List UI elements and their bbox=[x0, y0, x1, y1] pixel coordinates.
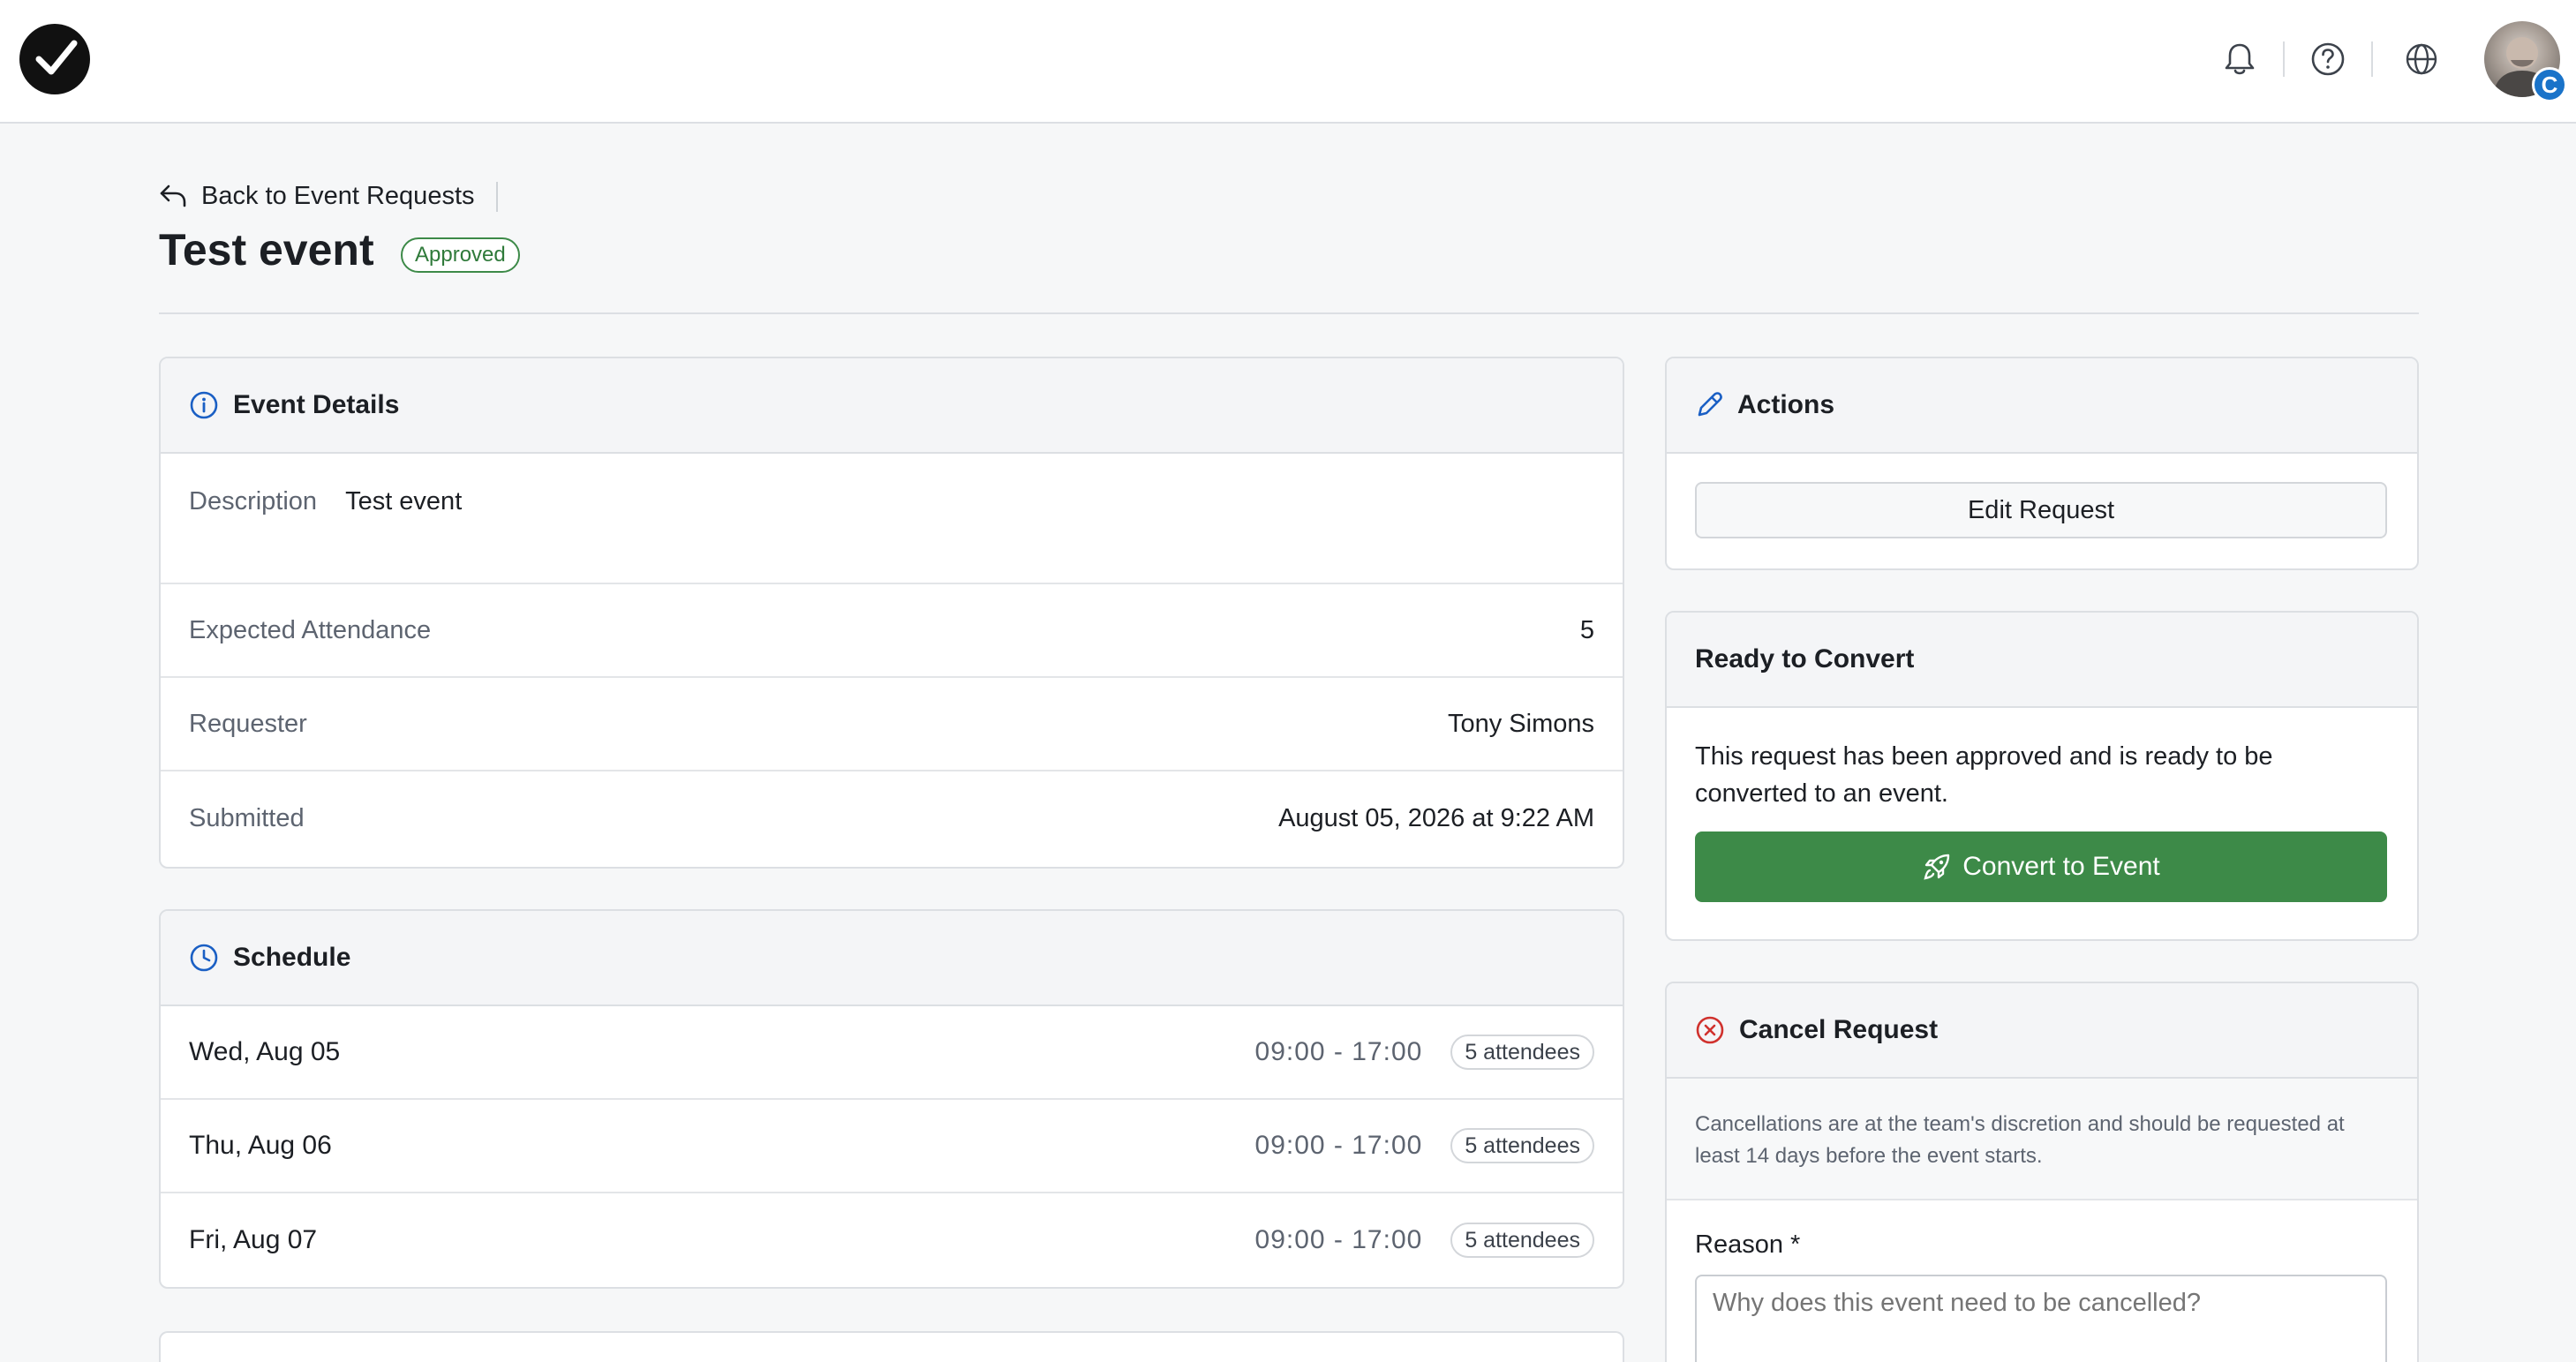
detail-value: 5 bbox=[1579, 615, 1594, 644]
convert-to-event-button[interactable]: Convert to Event bbox=[1695, 831, 2387, 902]
cancel-request-header: Cancel Request bbox=[1667, 983, 2417, 1079]
description-value: Test event bbox=[345, 487, 463, 515]
schedule-time: 09:00 - 17:00 bbox=[1254, 1131, 1423, 1160]
back-to-event-requests-link[interactable]: Back to Event Requests bbox=[159, 177, 475, 215]
top-bar: C bbox=[0, 0, 2576, 124]
ready-to-convert-header: Ready to Convert bbox=[1667, 613, 2417, 708]
topbar-divider bbox=[2283, 41, 2285, 77]
bell-icon[interactable] bbox=[2218, 37, 2262, 81]
rocket-icon bbox=[1924, 854, 1950, 880]
description-row: Description Test event bbox=[161, 454, 1623, 584]
cancel-request-card: Cancel Request Cancellations are at the … bbox=[1665, 982, 2419, 1362]
info-icon bbox=[190, 391, 218, 419]
detail-label: Expected Attendance bbox=[189, 615, 432, 644]
schedule-meta: 09:00 - 17:00 5 attendees bbox=[1255, 1223, 1594, 1258]
cancel-request-title: Cancel Request bbox=[1739, 1015, 1939, 1044]
status-badge: Approved bbox=[401, 237, 520, 273]
schedule-time: 09:00 - 17:00 bbox=[1254, 1225, 1423, 1254]
back-arrow-icon bbox=[160, 184, 186, 207]
schedule-meta: 09:00 - 17:00 5 attendees bbox=[1255, 1128, 1594, 1163]
ready-to-convert-title: Ready to Convert bbox=[1695, 644, 1915, 673]
schedule-meta: 09:00 - 17:00 5 attendees bbox=[1255, 1035, 1594, 1070]
schedule-date: Wed, Aug 05 bbox=[189, 1037, 341, 1066]
page-title: Test event bbox=[159, 225, 374, 275]
detail-value: Tony Simons bbox=[1447, 709, 1594, 738]
detail-value: August 05, 2026 at 9:22 AM bbox=[1278, 803, 1594, 832]
attendees-badge: 5 attendees bbox=[1450, 1035, 1594, 1070]
next-card-partial bbox=[159, 1331, 1624, 1362]
detail-label: Requester bbox=[189, 709, 307, 738]
schedule-date: Thu, Aug 06 bbox=[189, 1131, 332, 1160]
actions-title: Actions bbox=[1737, 390, 1835, 419]
help-icon[interactable] bbox=[2306, 37, 2350, 81]
detail-label: Submitted bbox=[189, 803, 305, 832]
description-label: Description bbox=[189, 487, 318, 515]
convert-description: This request has been approved and is re… bbox=[1695, 742, 2273, 808]
schedule-card: Schedule Wed, Aug 05 09:00 - 17:00 5 att… bbox=[159, 909, 1624, 1289]
schedule-row: Thu, Aug 06 09:00 - 17:00 5 attendees bbox=[161, 1100, 1623, 1193]
event-details-header: Event Details bbox=[161, 358, 1623, 454]
schedule-title: Schedule bbox=[233, 943, 351, 972]
schedule-date: Fri, Aug 07 bbox=[189, 1225, 318, 1254]
reason-label: Reason * bbox=[1695, 1230, 1801, 1259]
actions-card: Actions Edit Request bbox=[1665, 357, 2419, 570]
schedule-row: Fri, Aug 07 09:00 - 17:00 5 attendees bbox=[161, 1193, 1623, 1287]
attendees-badge: 5 attendees bbox=[1450, 1128, 1594, 1163]
back-link-label: Back to Event Requests bbox=[201, 181, 475, 210]
cancel-circle-icon bbox=[1696, 1016, 1724, 1044]
attendees-badge: 5 attendees bbox=[1450, 1223, 1594, 1258]
reason-input[interactable] bbox=[1695, 1275, 2387, 1362]
event-details-title: Event Details bbox=[233, 390, 400, 419]
ready-to-convert-card: Ready to Convert This request has been a… bbox=[1665, 611, 2419, 941]
avatar-badge: C bbox=[2532, 67, 2567, 102]
schedule-row: Wed, Aug 05 09:00 - 17:00 5 attendees bbox=[161, 1006, 1623, 1100]
detail-row-requester: Requester Tony Simons bbox=[161, 678, 1623, 771]
cancel-divider bbox=[1667, 1199, 2417, 1200]
cancel-policy-text: Cancellations are at the team's discreti… bbox=[1667, 1079, 2417, 1199]
detail-row-submitted: Submitted August 05, 2026 at 9:22 AM bbox=[161, 771, 1623, 865]
app-logo[interactable] bbox=[19, 24, 90, 94]
convert-button-label: Convert to Event bbox=[1962, 852, 2160, 881]
breadcrumb-divider bbox=[496, 182, 498, 212]
edit-request-button[interactable]: Edit Request bbox=[1695, 482, 2387, 538]
header-divider bbox=[159, 312, 2419, 314]
schedule-header: Schedule bbox=[161, 911, 1623, 1006]
globe-icon[interactable] bbox=[2399, 37, 2444, 81]
pencil-icon bbox=[1698, 392, 1722, 417]
schedule-time: 09:00 - 17:00 bbox=[1254, 1037, 1423, 1066]
topbar-divider bbox=[2371, 41, 2373, 77]
clock-icon bbox=[190, 944, 218, 972]
event-details-card: Event Details Description Test event Exp… bbox=[159, 357, 1624, 869]
detail-row-attendance: Expected Attendance 5 bbox=[161, 584, 1623, 678]
actions-header: Actions bbox=[1667, 358, 2417, 454]
check-logo-icon bbox=[35, 40, 78, 75]
